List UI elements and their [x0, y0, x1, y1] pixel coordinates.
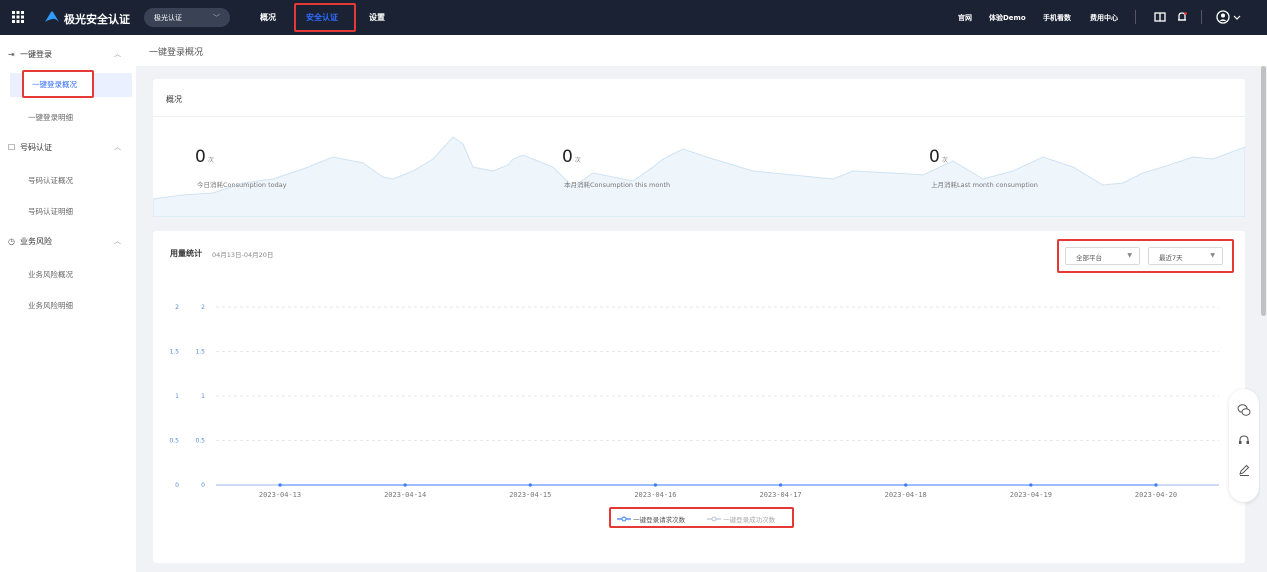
data-point [1029, 483, 1033, 487]
divider [153, 116, 1245, 117]
y-tick-label: 0.5 [169, 438, 179, 445]
stat-today: 0次 [195, 147, 214, 167]
sidebar-group-business-risk[interactable]: ◷ 业务风险 [8, 236, 52, 247]
sidebar-item-one-click-login-detail[interactable]: 一键登录明细 [28, 112, 73, 123]
data-point [528, 483, 532, 487]
link-mobile-data[interactable]: 手机看数 [1043, 13, 1071, 23]
overview-card: 概况 0次 今日消耗Consumption today 0次 本月消耗Consu… [153, 79, 1245, 217]
y-tick-label: 2 [201, 304, 205, 311]
brand-logo-icon [45, 11, 59, 22]
chevron-down-icon[interactable] [1232, 10, 1242, 24]
x-tick-label: 2023-04-19 [1010, 491, 1052, 499]
y-tick-label: 0 [201, 482, 205, 489]
y-tick-label: 1.5 [169, 349, 179, 356]
x-tick-label: 2023-04-14 [384, 491, 426, 499]
stat-today-label: 今日消耗Consumption today [197, 181, 287, 189]
document-icon: ☐ [8, 143, 16, 152]
floating-toolbar [1229, 389, 1259, 502]
breadcrumb-bar: 一键登录概况 [136, 35, 1267, 66]
user-avatar-icon[interactable] [1216, 10, 1230, 24]
x-tick-label: 2023-04-13 [259, 491, 301, 499]
overview-title: 概况 [166, 95, 182, 104]
sidebar-item-number-auth-detail[interactable]: 号码认证明细 [28, 206, 73, 217]
x-tick-label: 2023-04-18 [885, 491, 927, 499]
sidebar-item-business-risk-overview[interactable]: 业务风险概况 [28, 269, 73, 280]
data-point [1154, 483, 1158, 487]
chart-legend: 一键登录请求次数 一键登录成功次数 [609, 507, 794, 528]
product-select[interactable]: 极光认证 ﹀ [144, 8, 230, 27]
brand-name: 极光安全认证 [64, 13, 130, 26]
sidebar-group-one-click-login[interactable]: ⇥ 一键登录 [8, 49, 52, 60]
y-tick-label: 1.5 [195, 349, 205, 356]
sidebar: ⇥ 一键登录 ︿ 一键登录概况 一键登录明细 ☐ 号码认证 ︿ 号码认证概况 号码认… [0, 35, 136, 572]
link-billing[interactable]: 费用中心 [1090, 13, 1118, 23]
clock-icon: ◷ [8, 237, 15, 246]
data-point [778, 483, 783, 487]
nav-security-auth[interactable]: 安全认证 [294, 3, 356, 32]
edit-icon[interactable] [1237, 463, 1251, 477]
divider [1135, 10, 1136, 24]
y-tick-label: 0 [175, 482, 179, 489]
legend-item-requests[interactable]: 一键登录请求次数 [617, 514, 685, 524]
scrollbar-thumb[interactable] [1261, 66, 1266, 316]
nav-settings[interactable]: 设置 [369, 12, 385, 23]
link-demo[interactable]: 体验Demo [989, 13, 1026, 23]
chevron-up-icon[interactable]: ︿ [114, 49, 121, 59]
usage-stats-card: 用量统计 04月13日-04月20日 全部平台 ▼ 最近7天 ▼ 0 0 0.5 0.… [153, 231, 1245, 563]
stat-last-month: 0次 [929, 147, 948, 167]
data-point [403, 483, 407, 487]
sidebar-item-business-risk-detail[interactable]: 业务风险明细 [28, 300, 73, 311]
legend-item-success[interactable]: 一键登录成功次数 [707, 514, 775, 524]
sidebar-item-one-click-login-overview[interactable]: 一键登录概况 [22, 70, 94, 98]
y-tick-label: 2 [175, 304, 179, 311]
bell-icon[interactable] [1175, 10, 1189, 24]
x-tick-label: 2023-04-15 [509, 491, 551, 499]
x-tick-label: 2023-04-20 [1135, 491, 1177, 499]
y-tick-label: 0.5 [195, 438, 205, 445]
sidebar-group-number-auth[interactable]: ☐ 号码认证 [8, 142, 52, 153]
nav-overview[interactable]: 概况 [260, 12, 276, 23]
y-tick-label: 1 [175, 393, 179, 400]
stat-this-month: 0次 [562, 147, 581, 167]
top-nav-bar: 极光安全认证 极光认证 ﹀ 概况 安全认证 设置 官网 体验Demo 手机看数 … [0, 0, 1267, 35]
chevron-up-icon[interactable]: ︿ [114, 142, 121, 152]
data-point [278, 483, 282, 487]
divider [1201, 10, 1202, 24]
overview-sparkline [153, 136, 1245, 217]
login-icon: ⇥ [8, 50, 15, 59]
data-point [653, 483, 658, 487]
data-point [904, 483, 908, 487]
chevron-up-icon[interactable]: ︿ [114, 236, 121, 246]
wechat-icon[interactable] [1237, 403, 1251, 417]
legend-marker-icon [707, 516, 721, 522]
x-tick-label: 2023-04-16 [634, 491, 676, 499]
legend-marker-icon [617, 516, 631, 522]
link-website[interactable]: 官网 [958, 13, 972, 23]
app-grid-icon[interactable] [12, 11, 24, 23]
sidebar-item-number-auth-overview[interactable]: 号码认证概况 [28, 175, 73, 186]
chevron-down-icon: ﹀ [213, 14, 220, 22]
y-tick-label: 1 [201, 393, 205, 400]
breadcrumb: 一键登录概况 [149, 48, 204, 58]
headset-icon[interactable] [1237, 433, 1251, 447]
panel-icon[interactable] [1153, 10, 1167, 24]
x-tick-label: 2023-04-17 [759, 491, 801, 499]
stat-last-month-label: 上月消耗Last month consumption [931, 181, 1038, 189]
stat-this-month-label: 本月消耗Consumption this month [564, 181, 671, 189]
